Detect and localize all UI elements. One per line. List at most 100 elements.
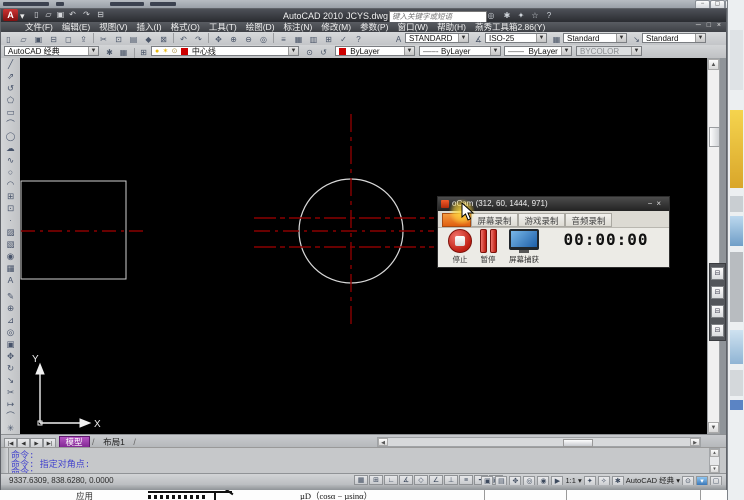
qat-save-icon[interactable]: ▣ — [55, 10, 66, 20]
model-space-icon[interactable]: ▣ — [481, 475, 494, 486]
scroll-up-icon[interactable]: ▲ — [708, 59, 719, 70]
polygon-icon[interactable]: ⬠ — [3, 94, 18, 106]
qat-new-icon[interactable]: ▯ — [31, 10, 42, 20]
ortho-toggle[interactable]: ∟ — [384, 475, 398, 485]
ocam-tab-screen-record[interactable]: 屏幕录制 — [471, 213, 518, 227]
spline-icon[interactable]: ∿ — [3, 154, 18, 166]
ocam-window-controls[interactable]: −× — [648, 197, 665, 211]
ocam-stop-button[interactable] — [448, 229, 472, 253]
show-motion-icon[interactable]: ▶ — [551, 475, 564, 486]
pan-tool-icon[interactable]: ✥ — [509, 475, 522, 486]
search-binoculars-icon[interactable]: ◎ — [485, 10, 497, 21]
qat-redo-icon[interactable]: ↷ — [81, 10, 92, 20]
insert-block-icon[interactable]: ⊞ — [3, 190, 18, 202]
ocam-pause-button[interactable] — [480, 229, 487, 253]
layer-dropdown[interactable]: ● ✶ ⊙ 中心线 ▼ — [151, 46, 299, 56]
viewport-tool-icon[interactable]: ⊟ — [711, 267, 724, 280]
horizontal-scroll-thumb[interactable] — [563, 439, 593, 447]
revcloud-icon[interactable]: ☁ — [3, 142, 18, 154]
help-icon[interactable]: ? — [543, 10, 555, 21]
ocam-tab-game-record[interactable]: 游戏录制 — [518, 213, 565, 227]
circle-icon[interactable]: ◯ — [3, 130, 18, 142]
ocam-close[interactable]: × — [656, 199, 665, 208]
erase-icon[interactable]: ✎ — [3, 290, 18, 302]
command-scrollbar[interactable]: ▲ ▼ — [709, 448, 720, 474]
vertical-scroll-thumb[interactable] — [709, 127, 720, 147]
otrack-toggle[interactable]: ∠ — [429, 475, 443, 485]
layer-lock-icon[interactable]: ⊙ — [172, 47, 178, 56]
command-line-area[interactable]: 命令: 命令: 指定对角点: 命令: ▲ ▼ — [1, 447, 726, 478]
layer-on-bulb-icon[interactable]: ● — [155, 47, 159, 56]
construction-line-icon[interactable]: ⇗ — [3, 70, 18, 82]
layer-freeze-sun-icon[interactable]: ✶ — [162, 47, 168, 56]
mirror-icon[interactable]: ⊿ — [3, 314, 18, 326]
qat-plot-icon[interactable]: ⊟ — [95, 10, 106, 20]
rectangle-icon[interactable]: ▭ — [3, 106, 18, 118]
ocam-capture-button[interactable] — [509, 229, 539, 250]
copy-object-icon[interactable]: ⊕ — [3, 302, 18, 314]
lineweight-dropdown[interactable]: —— ByLayer ▼ — [504, 46, 572, 56]
table-style-dropdown[interactable]: Standard ▼ — [563, 33, 627, 43]
scroll-down-icon[interactable]: ▼ — [708, 422, 719, 433]
text-style-dropdown[interactable]: STANDARD ▼ — [405, 33, 469, 43]
snap-toggle[interactable]: ▦ — [354, 475, 368, 485]
ocam-tab-audio-record[interactable]: 音频录制 — [565, 213, 612, 227]
point-icon[interactable]: · — [3, 214, 18, 226]
cmd-scroll-down-icon[interactable]: ▼ — [710, 465, 719, 473]
logo-dropdown-icon[interactable]: ▾ — [20, 11, 25, 22]
gradient-icon[interactable]: ▧ — [3, 238, 18, 250]
viewport-tool-icon[interactable]: ⊟ — [711, 324, 724, 337]
mtext-icon[interactable]: A — [3, 274, 18, 286]
linetype-dropdown[interactable]: — – - ByLayer ▼ — [419, 46, 501, 56]
grid-toggle[interactable]: ⊞ — [369, 475, 383, 485]
wrench-icon[interactable]: ✱ — [501, 10, 513, 21]
horizontal-scrollbar[interactable]: ◀ ▶ — [377, 437, 701, 447]
scale-icon[interactable]: ↘ — [3, 374, 18, 386]
viewport-tool-icon[interactable]: ⊟ — [711, 305, 724, 318]
mleader-style-dropdown[interactable]: Standard ▼ — [642, 33, 706, 43]
ellipse-icon[interactable]: ○ — [3, 166, 18, 178]
autoscale-icon[interactable]: ✧ — [597, 475, 610, 486]
hatch-icon[interactable]: ▨ — [3, 226, 18, 238]
workspace-dropdown[interactable]: AutoCAD 经典 ▼ — [4, 46, 99, 56]
make-block-icon[interactable]: ⊡ — [3, 202, 18, 214]
explode-icon[interactable]: ✳ — [3, 422, 18, 434]
arc-icon[interactable]: ⌒ — [3, 118, 18, 130]
qat-open-icon[interactable]: ▱ — [43, 10, 54, 20]
polyline-icon[interactable]: ↺ — [3, 82, 18, 94]
table-icon[interactable]: ▦ — [3, 262, 18, 274]
qat-undo-icon[interactable]: ↶ — [67, 10, 78, 20]
color-dropdown[interactable]: ByLayer ▼ — [335, 46, 415, 56]
favorites-star-icon[interactable]: ☆ — [529, 10, 541, 21]
subscription-icon[interactable]: ✦ — [515, 10, 527, 21]
region-icon[interactable]: ◉ — [3, 250, 18, 262]
scroll-left-icon[interactable]: ◀ — [378, 438, 388, 446]
dyn-toggle[interactable]: ≡ — [459, 475, 473, 485]
viewport-tool-icon[interactable]: ⊟ — [711, 286, 724, 299]
vertical-scrollbar[interactable]: ▲ ▼ — [707, 58, 720, 434]
cmd-scroll-up-icon[interactable]: ▲ — [710, 449, 719, 457]
line-icon[interactable]: ╱ — [3, 58, 18, 70]
clean-screen-icon[interactable]: ▢ — [710, 475, 722, 486]
annotation-visibility-icon[interactable]: ✦ — [583, 475, 596, 486]
lock-icon[interactable]: ⊙ — [682, 475, 694, 486]
annotation-scale[interactable]: 1:1 ▾ — [565, 476, 581, 485]
doc-window-controls[interactable]: ─ □ × — [693, 22, 723, 31]
scroll-right-icon[interactable]: ▶ — [690, 438, 700, 446]
osnap-toggle[interactable]: ◇ — [414, 475, 428, 485]
status-menu-icon[interactable]: ▾ — [696, 475, 708, 486]
pause-bar-icon[interactable] — [490, 229, 497, 253]
quick-view-icon[interactable]: ▤ — [495, 475, 508, 486]
zoom-tool-icon[interactable]: ◎ — [523, 475, 536, 486]
dim-style-dropdown[interactable]: ISO-25 ▼ — [485, 33, 547, 43]
array-icon[interactable]: ▣ — [3, 338, 18, 350]
fillet-icon[interactable]: ⌒ — [3, 410, 18, 422]
command-grip[interactable] — [1, 448, 9, 474]
ducs-toggle[interactable]: ⊥ — [444, 475, 458, 485]
offset-icon[interactable]: ◎ — [3, 326, 18, 338]
trim-icon[interactable]: ✂ — [3, 386, 18, 398]
extend-icon[interactable]: ↦ — [3, 398, 18, 410]
workspace-gear-icon[interactable]: ✱ — [611, 475, 624, 486]
move-icon[interactable]: ✥ — [3, 350, 18, 362]
rotate-icon[interactable]: ↻ — [3, 362, 18, 374]
